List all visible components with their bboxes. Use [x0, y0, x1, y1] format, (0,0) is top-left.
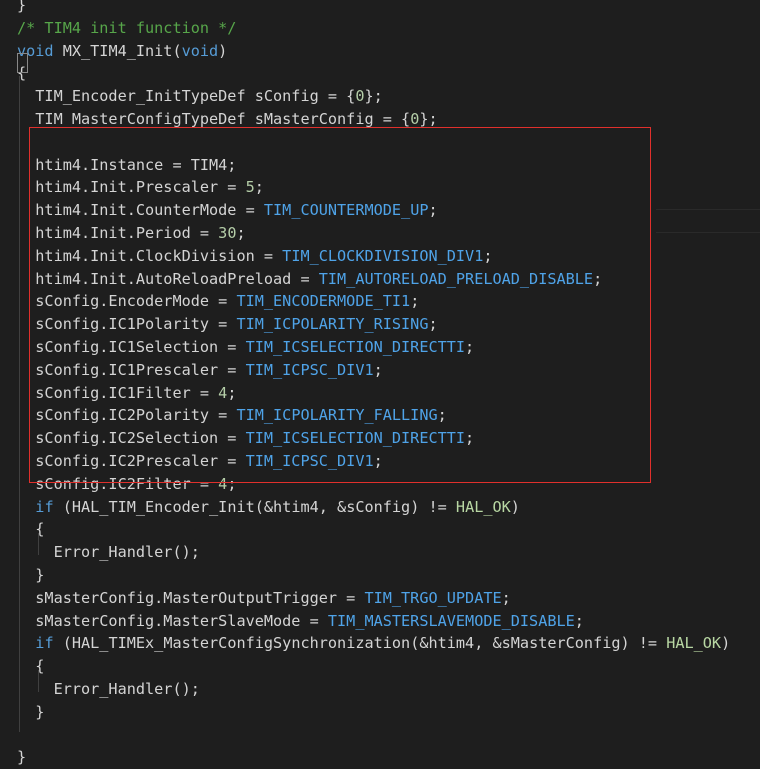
code-token-plain: TIM_Encoder_InitTypeDef sConfig = { — [17, 87, 356, 106]
code-line[interactable]: if (HAL_TIM_Encoder_Init(&htim4, &sConfi… — [17, 496, 760, 519]
code-token-plain: ; — [501, 588, 511, 607]
code-line[interactable] — [17, 724, 760, 747]
code-token-plain: ) — [218, 41, 228, 60]
code-token-plain: }; — [364, 87, 383, 106]
code-token-plain: } — [17, 0, 27, 14]
code-token-plain: ) — [721, 634, 731, 653]
code-token-plain: } — [17, 566, 45, 584]
code-token-plain: } — [17, 702, 45, 721]
code-line[interactable]: void MX_TIM4_Init(void) — [17, 40, 760, 63]
indent-guide — [38, 533, 39, 555]
bracket-match-indicator — [17, 53, 28, 73]
code-token-plain: sMasterConfig.MasterSlaveMode = — [17, 611, 328, 630]
code-token-plain: sMasterConfig.MasterOutputTrigger = — [17, 588, 365, 607]
code-token-plain: }; — [419, 110, 438, 128]
indent-guide — [19, 76, 20, 732]
code-line[interactable]: { — [17, 518, 760, 541]
code-token-plain: Error_Handler(); — [17, 680, 200, 698]
code-line[interactable]: { — [17, 62, 760, 85]
code-line[interactable]: sMasterConfig.MasterSlaveMode = TIM_MAST… — [17, 610, 760, 633]
code-line[interactable]: Error_Handler(); — [17, 678, 760, 701]
code-token-keyword: void — [181, 41, 219, 60]
code-line[interactable]: if (HAL_TIMEx_MasterConfigSynchronizatio… — [17, 632, 760, 655]
code-line[interactable]: TIM_Encoder_InitTypeDef sConfig = {0}; — [17, 85, 760, 108]
code-token-plain: (HAL_TIMEx_MasterConfigSynchronization(&… — [53, 634, 667, 653]
code-token-plain: TIM_MasterConfigTypeDef sMasterConfig = … — [17, 110, 411, 128]
code-token-plain: Error_Handler(); — [17, 543, 200, 562]
code-line[interactable]: } — [17, 746, 760, 769]
code-token-halok: HAL_OK — [455, 497, 511, 516]
code-line[interactable]: Error_Handler(); — [17, 541, 760, 564]
code-token-halok: HAL_OK — [666, 634, 722, 653]
code-line[interactable]: { — [17, 655, 760, 678]
code-token-plain: (HAL_TIM_Encoder_Init(&htim4, &sConfig) … — [53, 497, 456, 516]
code-token-plain: { — [17, 657, 45, 676]
code-line[interactable]: /* TIM4 init function */ — [17, 17, 760, 40]
code-token-number: 0 — [410, 110, 420, 128]
code-token-plain: ; — [574, 611, 584, 630]
code-token-macro: TIM_MASTERSLAVEMODE_DISABLE — [327, 611, 575, 630]
highlight-box — [29, 127, 651, 483]
code-line[interactable]: sMasterConfig.MasterOutputTrigger = TIM_… — [17, 587, 760, 610]
code-token-plain: { — [17, 520, 45, 539]
code-line[interactable]: } — [17, 564, 760, 587]
code-token-keyword: if — [35, 497, 54, 516]
code-token-macro: TIM_TRGO_UPDATE — [364, 588, 502, 607]
code-line[interactable]: } — [17, 0, 760, 17]
code-token-plain: ) — [510, 497, 520, 516]
code-line[interactable]: } — [17, 701, 760, 724]
code-token-plain: MX_TIM4_Init( — [53, 41, 182, 60]
code-token-keyword: if — [35, 634, 54, 653]
current-line-highlight — [656, 209, 760, 233]
indent-guide — [38, 670, 39, 692]
code-editor[interactable]: } /* TIM4 init function */ void MX_TIM4_In… — [0, 0, 760, 766]
code-token-plain: } — [17, 748, 27, 767]
code-token-comment: /* TIM4 init function */ — [17, 18, 237, 37]
